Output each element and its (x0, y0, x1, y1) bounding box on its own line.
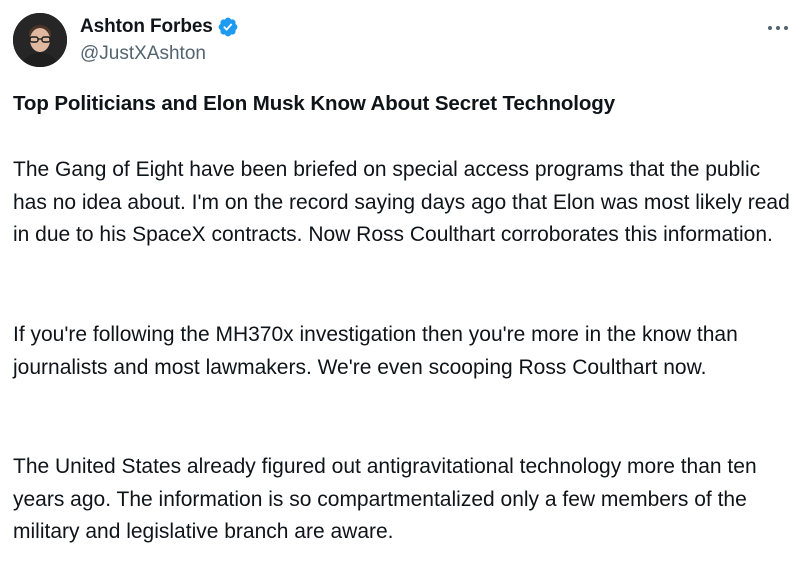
user-handle[interactable]: @JustXAshton (80, 43, 206, 65)
display-name[interactable]: Ashton Forbes (80, 16, 213, 38)
tweet-card: Ashton Forbes @JustXAshton Top Politicia… (0, 0, 804, 581)
post-paragraph-2: If you're following the MH370x investiga… (13, 323, 738, 379)
post-paragraph-1: The Gang of Eight have been briefed on s… (13, 158, 790, 246)
post-paragraph-3: The United States already figured out an… (13, 455, 757, 543)
verified-badge-icon (217, 16, 239, 38)
author-name-row: Ashton Forbes (80, 14, 239, 40)
post-headline: Top Politicians and Elon Musk Know About… (13, 92, 616, 115)
person-avatar-icon (13, 13, 67, 67)
avatar[interactable] (13, 13, 67, 67)
more-options-icon (768, 26, 788, 30)
more-options-button[interactable] (766, 18, 790, 38)
